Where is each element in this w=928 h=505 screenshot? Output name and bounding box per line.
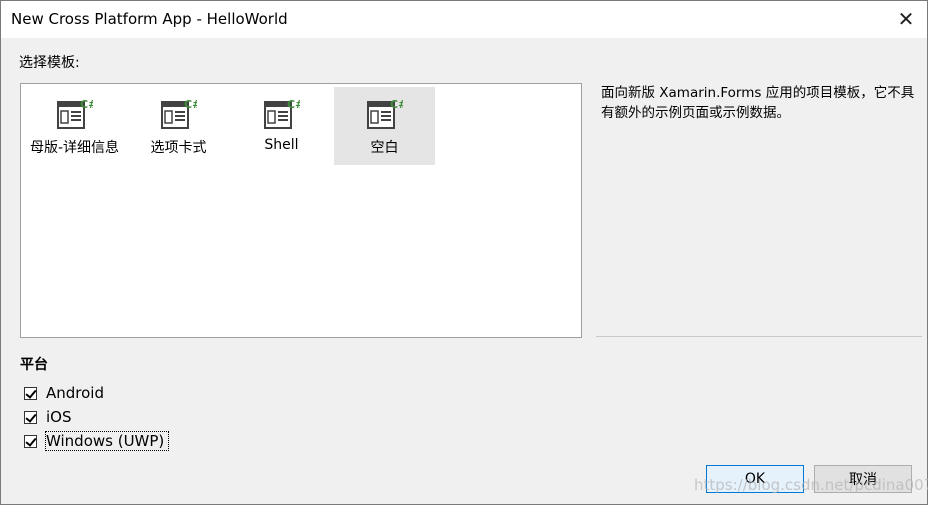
template-blank[interactable]: C# 空白 — [334, 87, 435, 165]
template-description: 面向新版 Xamarin.Forms 应用的项目模板，它不具有额外的示例页面或示… — [601, 85, 915, 121]
watermark: https://blog.csdn.net/pcdina007 — [694, 476, 928, 494]
template-shell[interactable]: C# Shell — [231, 87, 332, 165]
divider — [596, 336, 922, 337]
template-master-detail[interactable]: C# 母版-详细信息 — [24, 87, 125, 165]
dialog-window: New Cross Platform App - HelloWorld ✕ 选择… — [0, 0, 928, 505]
close-icon: ✕ — [897, 7, 915, 31]
template-label: 空白 — [370, 140, 399, 156]
template-tabbed[interactable]: C# 选项卡式 — [128, 87, 229, 165]
checkbox-label: iOS — [46, 408, 72, 426]
csharp-template-icon: C# — [366, 98, 403, 129]
checkbox-label: Windows (UWP) — [44, 431, 170, 451]
checkbox-checked-icon[interactable] — [24, 386, 37, 400]
checkbox-ios[interactable]: iOS — [24, 407, 72, 427]
template-list: C# 母版-详细信息 C# 选项卡式 — [20, 83, 582, 338]
checkbox-uwp[interactable]: Windows (UWP) — [24, 431, 170, 451]
svg-text:C#: C# — [390, 98, 403, 111]
csharp-template-icon: C# — [56, 98, 93, 129]
template-label: Shell — [264, 137, 299, 153]
svg-text:C#: C# — [80, 98, 93, 111]
csharp-template-icon: C# — [160, 98, 197, 129]
template-label: 母版-详细信息 — [29, 140, 120, 156]
csharp-template-icon: C# — [263, 98, 300, 129]
checkbox-android[interactable]: Android — [24, 383, 104, 403]
checkbox-label: Android — [46, 384, 104, 402]
platform-label: 平台 — [20, 357, 48, 373]
svg-text:C#: C# — [287, 98, 300, 111]
checkbox-checked-icon[interactable] — [24, 434, 37, 448]
checkbox-checked-icon[interactable] — [24, 410, 37, 424]
select-template-label: 选择模板: — [19, 55, 80, 71]
close-button[interactable]: ✕ — [891, 5, 921, 33]
title-bar[interactable]: New Cross Platform App - HelloWorld ✕ — [1, 1, 927, 38]
window-title: New Cross Platform App - HelloWorld — [11, 10, 288, 28]
svg-text:C#: C# — [184, 98, 197, 111]
template-label: 选项卡式 — [150, 140, 207, 156]
